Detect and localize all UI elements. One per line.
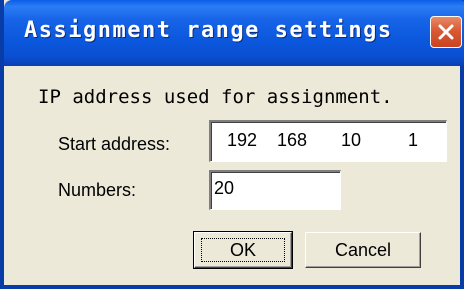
- start-address-input[interactable]: 192 168 10 1: [209, 120, 447, 162]
- ip-octet-1[interactable]: 192: [227, 130, 257, 151]
- ok-button[interactable]: OK: [193, 231, 293, 269]
- ip-octet-3[interactable]: 10: [341, 130, 361, 151]
- numbers-input[interactable]: 20: [209, 170, 341, 210]
- dialog-window: Assignment range settings IP address use…: [0, 0, 464, 289]
- cancel-button-label: Cancel: [334, 240, 392, 260]
- description-text: IP address used for assignment.: [38, 86, 393, 108]
- dialog-title: Assignment range settings: [24, 18, 393, 43]
- numbers-label: Numbers:: [58, 180, 137, 200]
- close-icon: [438, 24, 454, 40]
- cancel-button[interactable]: Cancel: [305, 232, 421, 268]
- focus-indicator: [201, 238, 285, 262]
- start-address-label: Start address:: [58, 134, 171, 154]
- title-bar[interactable]: Assignment range settings: [4, 0, 464, 66]
- ip-octet-4[interactable]: 1: [408, 130, 418, 151]
- ip-octet-2[interactable]: 168: [277, 130, 307, 151]
- close-button[interactable]: [430, 16, 462, 48]
